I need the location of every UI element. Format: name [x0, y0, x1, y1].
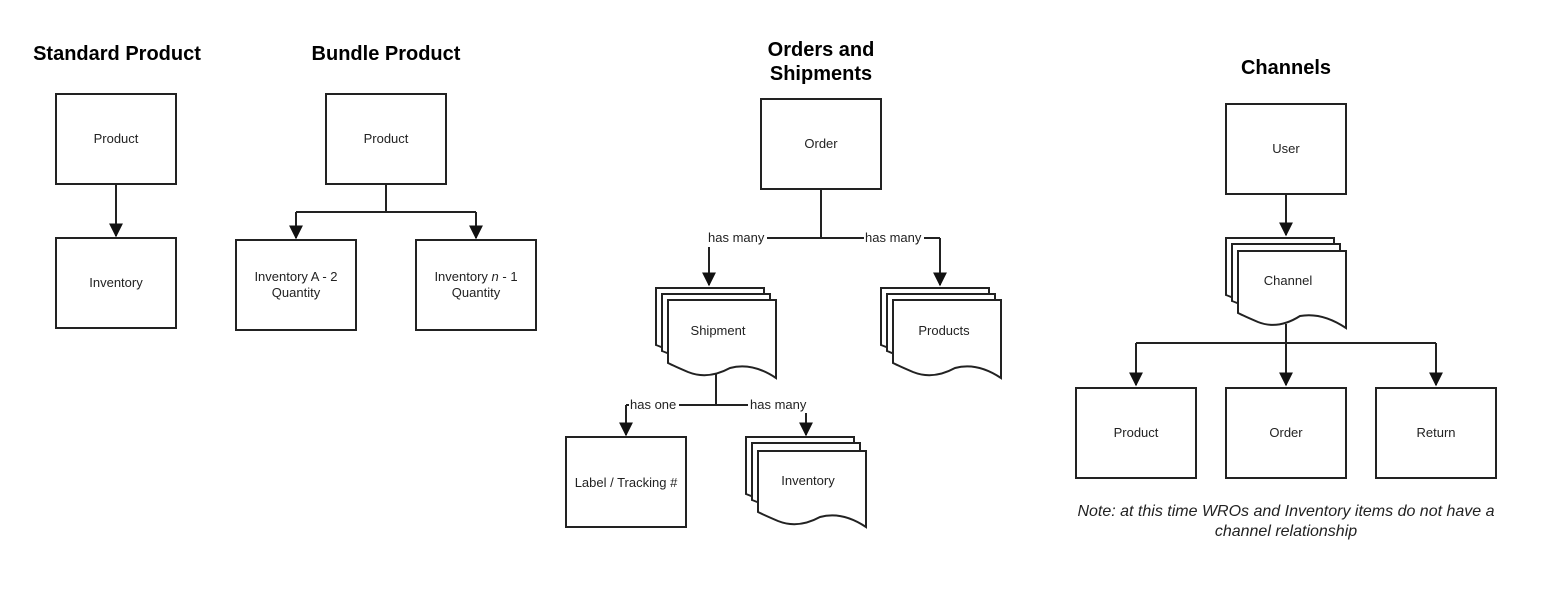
- note-text-line2: channel relationship: [1215, 523, 1357, 540]
- node-label: Order: [804, 136, 838, 151]
- node-order[interactable]: Order: [760, 98, 882, 190]
- node-inventory[interactable]: Inventory: [745, 436, 867, 529]
- node-label: Product: [364, 131, 409, 146]
- node-product[interactable]: Product: [55, 93, 177, 185]
- node-product[interactable]: Product: [1075, 387, 1197, 479]
- node-label: Order: [1269, 425, 1303, 440]
- node-order[interactable]: Order: [1225, 387, 1347, 479]
- node-label: Label / Tracking #: [575, 475, 678, 490]
- node-label-line2: Quantity: [272, 285, 321, 300]
- node-label: Inventory: [89, 275, 143, 290]
- node-label: Products: [918, 323, 970, 338]
- node-label: Inventory n - 1: [434, 269, 517, 284]
- node-user[interactable]: User: [1225, 103, 1347, 195]
- node-label: User: [1272, 141, 1300, 156]
- node-label: Product: [94, 131, 139, 146]
- node-label: Shipment: [691, 323, 746, 338]
- diagram-canvas: Standard Product Product Inventory Bundl…: [33, 39, 1497, 540]
- node-products[interactable]: Products: [880, 287, 1002, 380]
- section-title-line1: Orders and: [768, 39, 875, 61]
- node-return[interactable]: Return: [1375, 387, 1497, 479]
- edge-label: has many: [750, 397, 807, 412]
- branch-connector: [296, 184, 476, 213]
- section-title: Channels: [1241, 57, 1331, 79]
- section-bundle-product: Bundle Product Product Inventory A - 2 Q…: [235, 43, 537, 331]
- section-title-line2: Shipments: [770, 63, 872, 85]
- node-inventory-a[interactable]: Inventory A - 2 Quantity: [235, 239, 357, 331]
- section-orders-shipments: Orders and Shipments Order has many has …: [565, 39, 1002, 529]
- node-label: Channel: [1264, 273, 1313, 288]
- note-text-line1: Note: at this time WROs and Inventory it…: [1077, 503, 1494, 520]
- edge-label: has many: [865, 230, 922, 245]
- node-inventory[interactable]: Inventory: [55, 237, 177, 329]
- edge-label: has one: [630, 397, 676, 412]
- node-product[interactable]: Product: [325, 93, 447, 185]
- section-channels: Channels User Channel Product Order Retu…: [1075, 57, 1497, 540]
- section-title: Bundle Product: [312, 43, 461, 65]
- section-title: Standard Product: [33, 43, 201, 65]
- branch-connector: [1136, 324, 1436, 344]
- node-label: Product: [1114, 425, 1159, 440]
- section-standard-product: Standard Product Product Inventory: [33, 43, 201, 329]
- node-label: Inventory: [781, 473, 835, 488]
- node-label-line2: Quantity: [452, 285, 501, 300]
- node-inventory-n[interactable]: Inventory n - 1 Quantity: [415, 239, 537, 331]
- node-shipment[interactable]: Shipment: [655, 287, 777, 380]
- node-label: Inventory A - 2: [254, 269, 337, 284]
- node-label-tracking[interactable]: Label / Tracking #: [565, 436, 687, 528]
- node-label: Return: [1416, 425, 1455, 440]
- edge-label: has many: [708, 230, 765, 245]
- node-channel[interactable]: Channel: [1225, 237, 1347, 330]
